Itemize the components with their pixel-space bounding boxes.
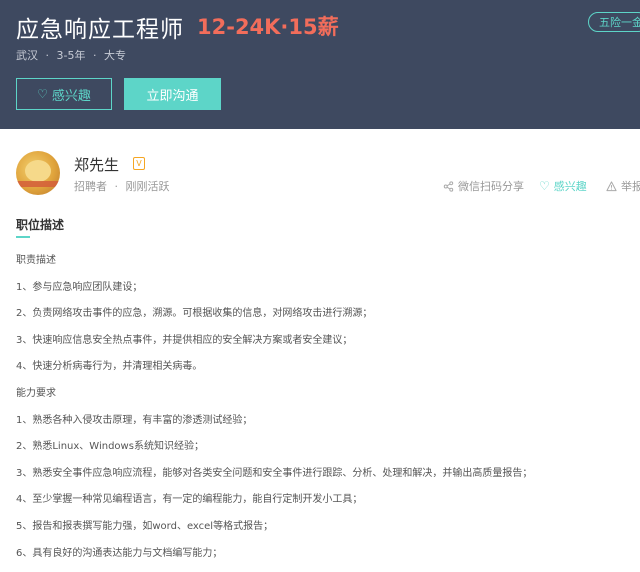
- description-line: 能力要求: [16, 387, 56, 399]
- job-meta: 武汉 · 3-5年 · 大专: [16, 47, 126, 63]
- description-line: 5、报告和报表撰写能力强，如word、excel等格式报告；: [16, 520, 274, 532]
- interest-button[interactable]: ♡ 感兴趣: [16, 78, 112, 110]
- avatar[interactable]: [16, 151, 60, 195]
- description-line: 1、熟悉各种入侵攻击原理，有丰富的渗透测试经验；: [16, 414, 253, 426]
- meta-separator: ·: [92, 49, 97, 62]
- recruiter-role: 招聘者 · 刚刚活跃: [74, 178, 170, 194]
- recruiter-status: 刚刚活跃: [125, 180, 170, 193]
- job-education: 大专: [103, 49, 126, 62]
- heart-icon: ♡: [37, 87, 48, 101]
- recruiter-title: 招聘者: [74, 180, 107, 193]
- recruiter-name: 郑先生: [74, 156, 120, 174]
- avatar-strip: [16, 181, 60, 187]
- description-line: 4、至少掌握一种常见编程语言，有一定的编程能力，能自行定制开发小工具；: [16, 494, 363, 506]
- meta-separator: ·: [45, 49, 50, 62]
- share-label: 微信扫码分享: [458, 180, 524, 193]
- description-line: 职责描述: [16, 255, 56, 266]
- description-line: 6、具有良好的沟通表达能力与文档编写能力；: [16, 547, 223, 559]
- job-experience: 3-5年: [56, 49, 86, 62]
- verified-badge-icon: V: [133, 157, 145, 170]
- role-separator: ·: [114, 180, 119, 193]
- job-description: 职责描述 1、参与应急响应团队建设； 2、负责网络攻击事件的应急，溯源。可根据收…: [16, 253, 636, 572]
- chat-now-button[interactable]: 立即沟通: [124, 78, 221, 110]
- description-line: 3、熟悉安全事件应急响应流程，能够对各类安全问题和安全事件进行跟踪、分析、处理和…: [16, 467, 533, 479]
- job-title: 应急响应工程师: [16, 17, 184, 43]
- salary: 12-24K·15薪: [197, 15, 339, 39]
- section-title: 职位描述: [16, 218, 65, 232]
- avatar-face: [25, 160, 51, 182]
- interest-action-label: 感兴趣: [553, 180, 587, 193]
- report-label: 举报: [621, 180, 640, 193]
- report-action[interactable]: 举报: [606, 178, 640, 194]
- warning-icon: [606, 180, 617, 191]
- welfare-badge[interactable]: 五险一金: [588, 12, 640, 32]
- description-line: 4、快速分析病毒行为，并清理相关病毒。: [16, 361, 203, 373]
- heart-icon: ♡: [539, 179, 550, 193]
- description-line: 2、负责网络攻击事件的应急，溯源。可根据收集的信息，对网络攻击进行溯源；: [16, 308, 373, 320]
- share-icon: [443, 180, 454, 192]
- section-title-underline: [16, 236, 30, 238]
- description-line: 3、快速响应信息安全热点事件，并提供相应的安全解决方案或者安全建议；: [16, 334, 353, 346]
- description-line: 1、参与应急响应团队建设；: [16, 281, 143, 293]
- job-location: 武汉: [16, 49, 38, 62]
- wechat-share-action[interactable]: 微信扫码分享: [443, 178, 524, 194]
- job-header-banner: 应急响应工程师 12-24K·15薪 五险一金 武汉 · 3-5年 · 大专 ♡…: [0, 0, 640, 129]
- description-line: 2、熟悉Linux、Windows系统知识经验；: [16, 441, 204, 453]
- interest-action[interactable]: ♡ 感兴趣: [539, 178, 587, 194]
- interest-button-label: 感兴趣: [51, 88, 91, 104]
